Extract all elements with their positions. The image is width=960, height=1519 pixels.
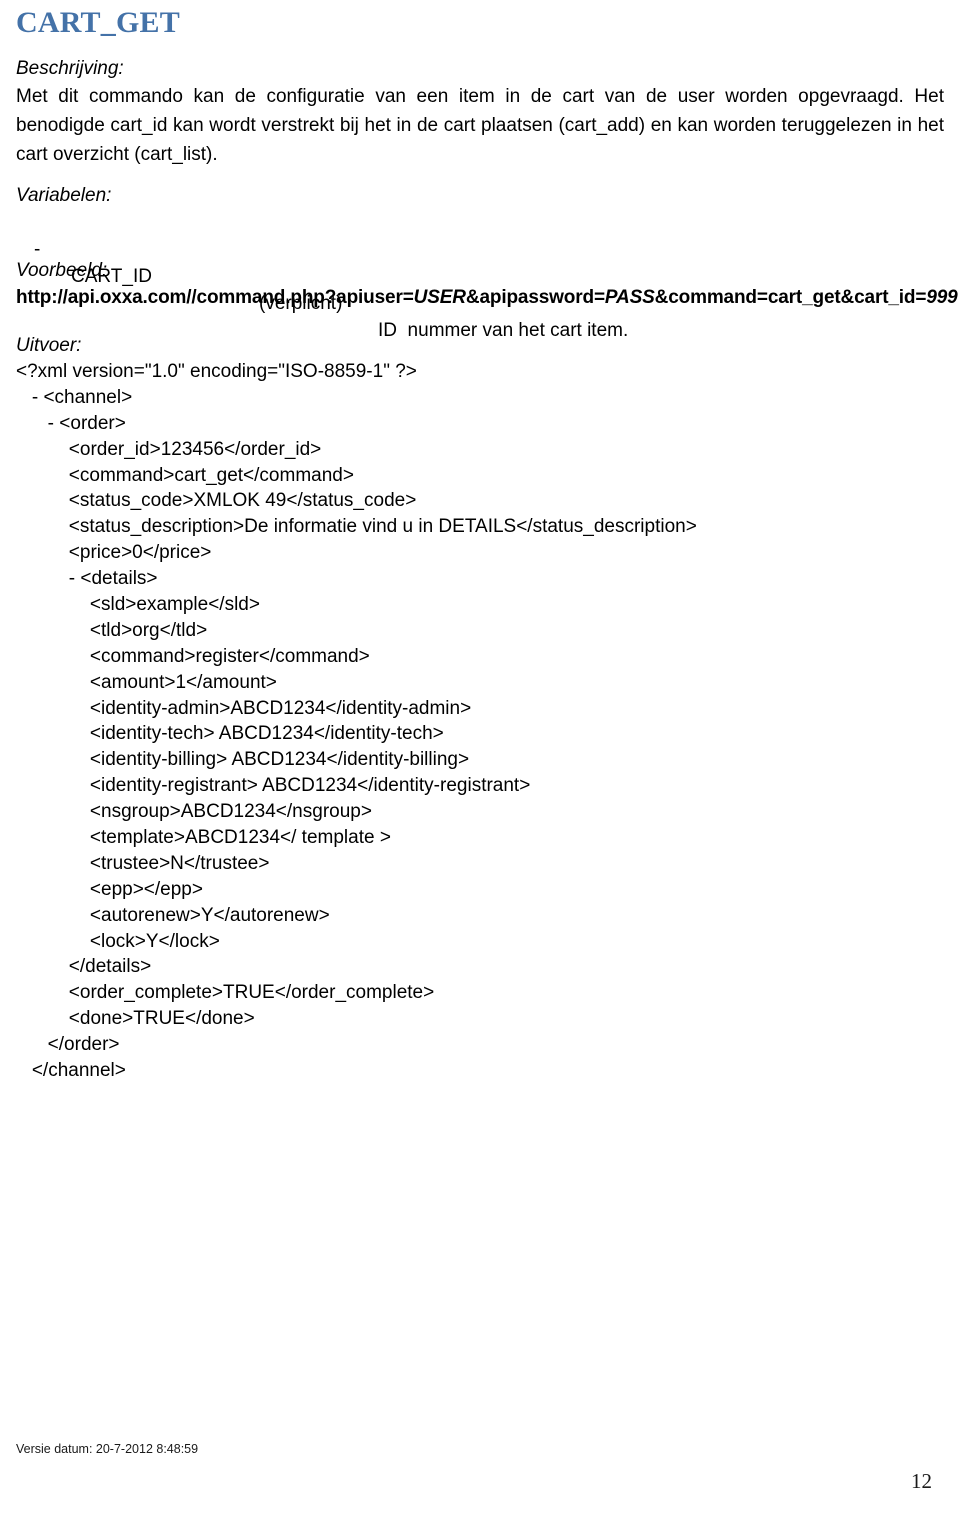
- page-footer: Versie datum: 20-7-2012 8:48:59 12: [16, 1441, 944, 1501]
- xml-line: <nsgroup>ABCD1234</nsgroup>: [16, 801, 372, 823]
- xml-line: <identity-billing> ABCD1234</identity-bi…: [16, 749, 470, 771]
- xml-line: <identity-admin>ABCD1234</identity-admin…: [16, 697, 472, 719]
- xml-line: <price>0</price>: [16, 542, 212, 564]
- xml-line: <order_complete>TRUE</order_complete>: [16, 982, 435, 1004]
- variable-name: CART_ID: [71, 266, 152, 287]
- example-url-segment: http://api.oxxa.com//command.php?apiuser…: [16, 287, 414, 308]
- variable-description: ID nummer van het cart item.: [378, 320, 629, 341]
- xml-line: <identity-tech> ABCD1234</identity-tech>: [16, 723, 444, 745]
- example-url-segment: &apipassword=: [465, 287, 605, 308]
- example-url-variable: 999: [926, 287, 958, 308]
- xml-line: </order>: [16, 1034, 120, 1056]
- xml-line: <status_code>XMLOK 49</status_code>: [16, 490, 417, 512]
- xml-line: <epp></epp>: [16, 878, 203, 900]
- page-title: CART_GET: [16, 6, 180, 39]
- variables-label: Variabelen:: [16, 185, 112, 206]
- xml-line: <command>register</command>: [16, 645, 370, 667]
- xml-line: <lock>Y</lock>: [16, 930, 220, 952]
- xml-line: <trustee>N</trustee>: [16, 852, 270, 874]
- xml-line: </details>: [16, 956, 152, 978]
- variable-row: - CART_ID (verplicht) ID nummer van het …: [16, 209, 944, 341]
- xml-line: <identity-registrant> ABCD1234</identity…: [16, 775, 531, 797]
- example-url-variable: PASS: [604, 287, 655, 308]
- description-text: Met dit commando kan de configuratie van…: [16, 86, 944, 165]
- description-label: Beschrijving:: [16, 58, 124, 79]
- xml-line: <command>cart_get</command>: [16, 464, 354, 486]
- footer-version-text: Versie datum: 20-7-2012 8:48:59: [16, 1442, 199, 1456]
- xml-line: <?xml version="1.0" encoding="ISO-8859-1…: [16, 361, 417, 382]
- example-url: http://api.oxxa.com//command.php?apiuser…: [16, 284, 958, 311]
- xml-line: <done>TRUE</done>: [16, 1008, 255, 1030]
- example-url-segment: &command=cart_get&cart_id=: [654, 287, 927, 308]
- xml-line: <tld>org</tld>: [16, 619, 208, 641]
- xml-line: <sld>example</sld>: [16, 594, 260, 616]
- xml-line: <template>ABCD1234</ template >: [16, 827, 391, 849]
- xml-output-block: <?xml version="1.0" encoding="ISO-8859-1…: [16, 359, 944, 1084]
- xml-line: - <order>: [16, 412, 126, 434]
- example-label: Voorbeeld:: [16, 260, 108, 281]
- footer-page-number: 12: [911, 1469, 932, 1493]
- xml-line: <status_description>De informatie vind u…: [16, 516, 697, 538]
- example-url-variable: USER: [413, 287, 466, 308]
- xml-line: <order_id>123456</order_id>: [16, 438, 322, 460]
- xml-line: </channel>: [16, 1060, 126, 1082]
- document-page: CART_GET Beschrijving: Met dit commando …: [0, 0, 960, 1519]
- xml-line: <autorenew>Y</autorenew>: [16, 904, 330, 926]
- variable-required-flag: (verplicht): [259, 293, 343, 314]
- xml-line: - <channel>: [16, 386, 133, 408]
- xml-line: <amount>1</amount>: [16, 671, 277, 693]
- xml-line: - <details>: [16, 568, 158, 590]
- variable-bullet: -: [34, 239, 41, 260]
